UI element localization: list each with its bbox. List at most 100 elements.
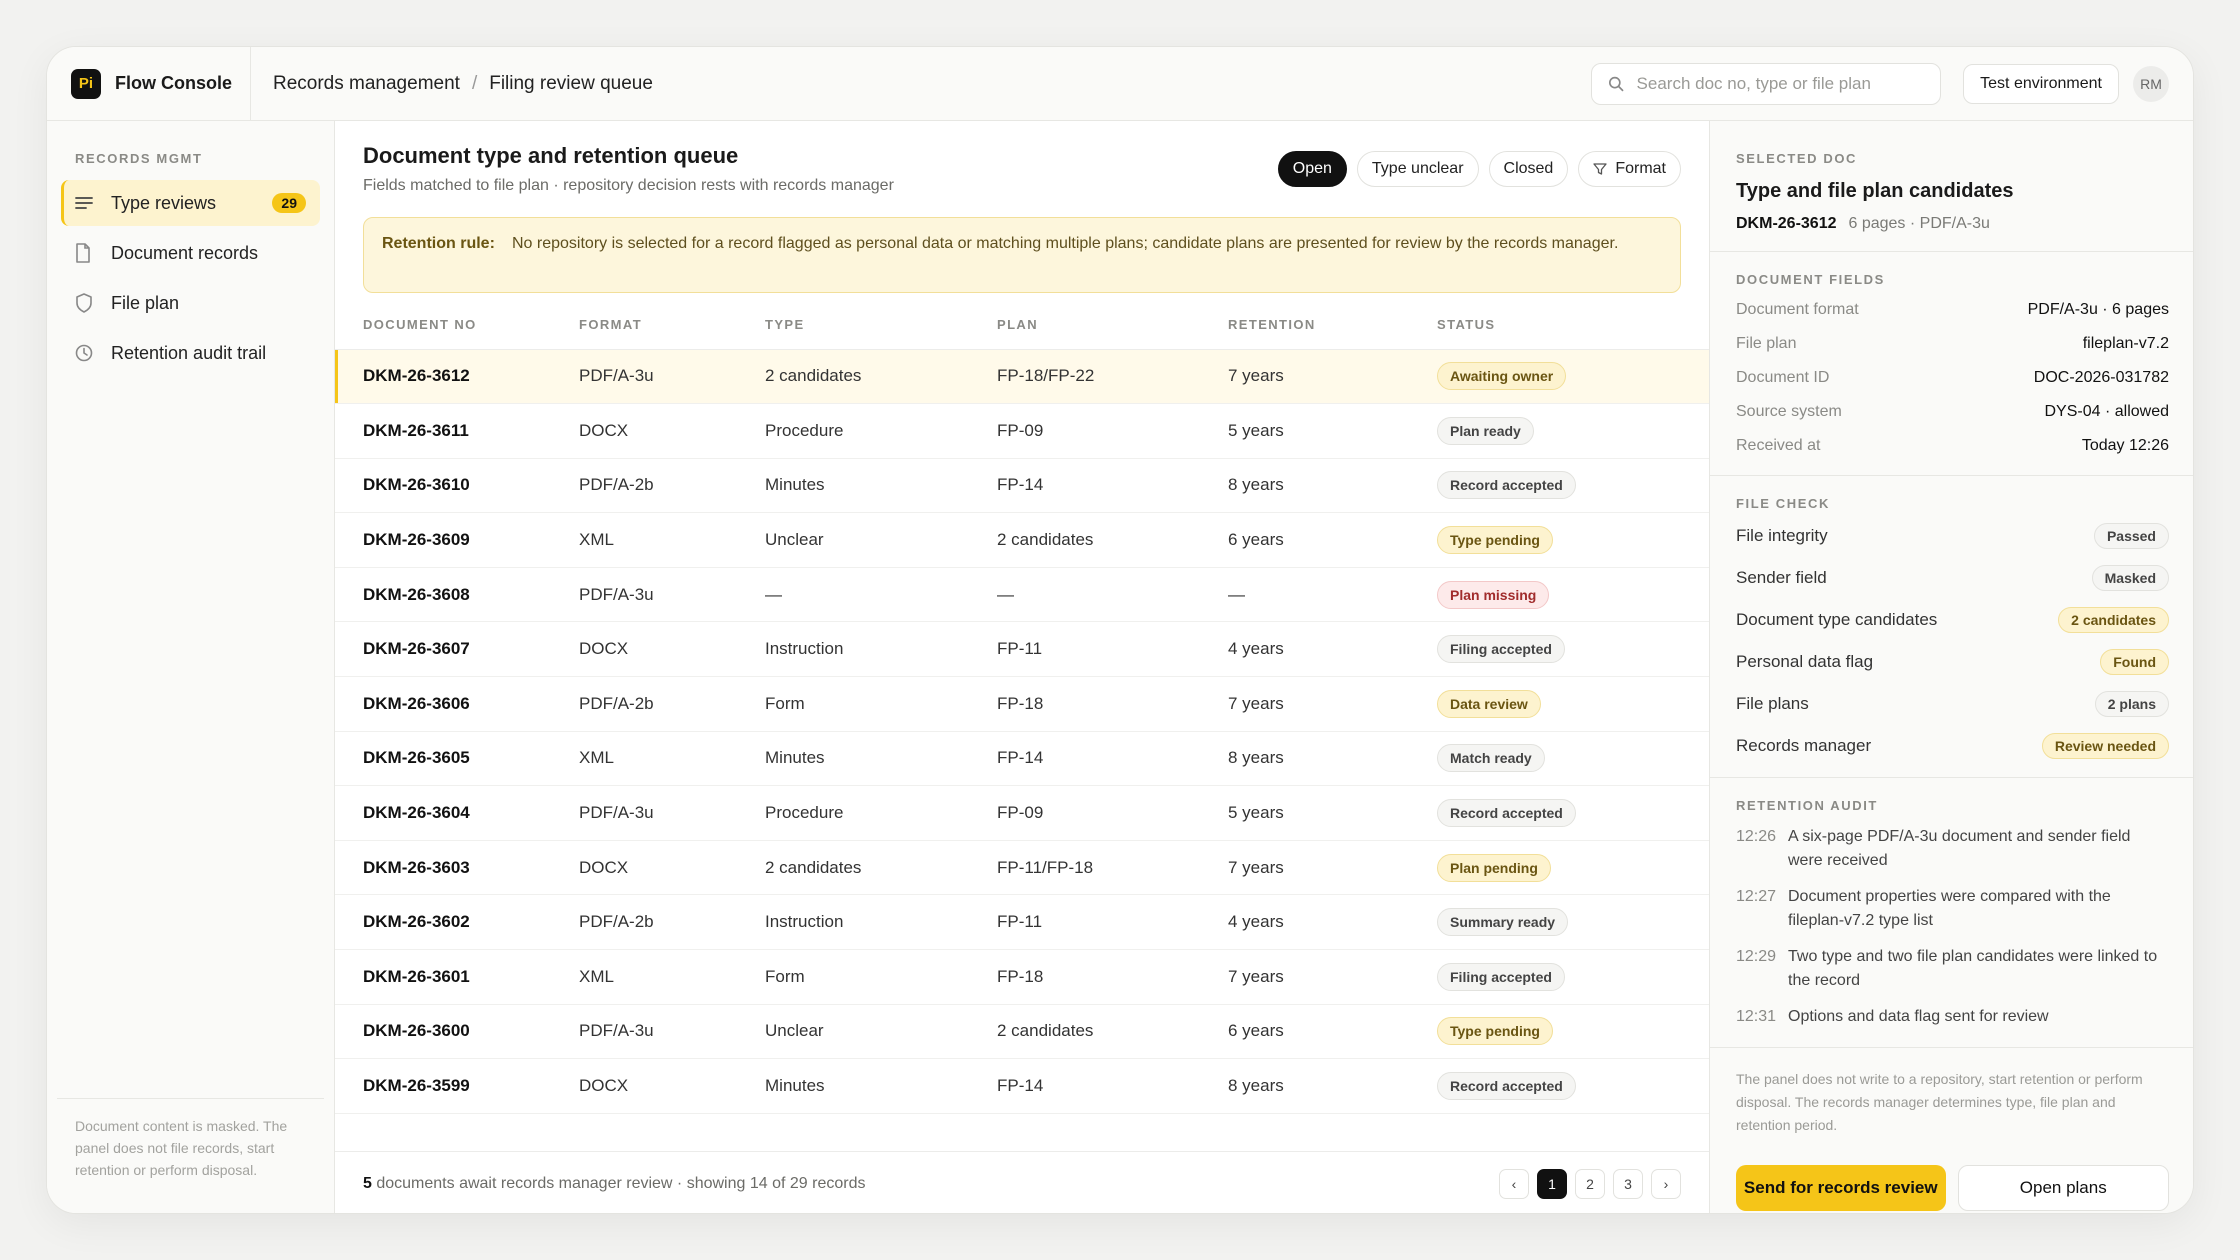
- table-row[interactable]: DKM-26-3602 PDF/A-2b Instruction FP-11 4 yea…: [335, 894, 1709, 951]
- plan-cell: FP-11/FP-18: [997, 840, 1228, 896]
- table-row[interactable]: DKM-26-3603 DOCX 2 candidates FP-11/FP-18 7 …: [335, 840, 1709, 896]
- document-fields-heading: DOCUMENT FIELDS: [1736, 272, 1885, 287]
- audit-text: Options and data flag sent for review: [1788, 1008, 2049, 1025]
- filter-open[interactable]: Open: [1277, 151, 1347, 187]
- table-row[interactable]: DKM-26-3599 DOCX Minutes FP-14 8 years Record…: [335, 1058, 1709, 1114]
- field-label: Document format: [1736, 301, 1859, 318]
- table-row[interactable]: DKM-26-3606 PDF/A-2b Form FP-18 7 years Data …: [335, 676, 1709, 732]
- app-window: Pi Flow Console Records management / Fil…: [46, 46, 2194, 1214]
- column-header[interactable]: TYPE: [765, 301, 997, 350]
- main-content: Document type and retention queue Fields…: [335, 121, 1709, 1213]
- check-row: Document type candidates 2 candidates: [1736, 599, 2169, 641]
- retention-rule-banner: Retention rule: No repository is selecte…: [363, 217, 1681, 293]
- field-label: Received at: [1736, 437, 1821, 454]
- format-cell: PDF/A-2b: [579, 458, 765, 514]
- search-box[interactable]: [1591, 62, 1942, 105]
- format-cell: DOCX: [579, 621, 765, 678]
- table-row[interactable]: DKM-26-3612 PDF/A-3u 2 candidates FP-18/FP-…: [335, 349, 1709, 405]
- audit-entry: 12:27 Document properties were compared w…: [1736, 885, 2169, 933]
- type-cell: Form: [765, 949, 997, 1005]
- sidebar-item-label: Type reviews: [111, 192, 217, 213]
- table-row[interactable]: DKM-26-3611 DOCX Procedure FP-09 5 years Plan…: [335, 403, 1709, 459]
- prev-page-button[interactable]: ‹: [1499, 1168, 1529, 1199]
- environment-button[interactable]: Test environment: [1963, 63, 2119, 104]
- type-cell: Instruction: [765, 894, 997, 951]
- filter-closed[interactable]: Closed: [1488, 151, 1569, 187]
- document-number-cell: DKM-26-3605: [335, 731, 579, 787]
- type-cell: Unclear: [765, 512, 997, 568]
- check-label: Sender field: [1736, 568, 1827, 587]
- table-row[interactable]: DKM-26-3604 PDF/A-3u Procedure FP-09 5 years…: [335, 785, 1709, 841]
- status-cell: Record accepted: [1437, 458, 1709, 514]
- search-icon: [1609, 76, 1624, 91]
- format-cell: DOCX: [579, 403, 765, 459]
- retention-cell: —: [1228, 567, 1437, 623]
- status-cell: Summary ready: [1437, 894, 1709, 951]
- status-cell: Filing accepted: [1437, 621, 1709, 678]
- type-cell: Minutes: [765, 1058, 997, 1114]
- table-row[interactable]: DKM-26-3607 DOCX Instruction FP-11 4 years Fi…: [335, 621, 1709, 678]
- plan-cell: FP-11: [997, 621, 1228, 678]
- breadcrumb: Records management / Filing review queue: [251, 73, 653, 95]
- field-value: DOC-2026-031782: [2033, 369, 2169, 386]
- plan-cell: FP-14: [997, 1058, 1228, 1114]
- format-cell: XML: [579, 949, 765, 1005]
- check-status-badge: Review needed: [2041, 733, 2169, 759]
- table-header-row: DOCUMENT NO FORMAT TYPE PLAN RETENTION S…: [335, 301, 1709, 350]
- document-number-cell: DKM-26-3611: [335, 403, 579, 459]
- column-header[interactable]: DOCUMENT NO: [335, 301, 579, 350]
- plan-cell: FP-09: [997, 403, 1228, 459]
- retention-cell: 7 years: [1228, 349, 1437, 405]
- status-badge: Filing accepted: [1437, 635, 1565, 664]
- format-cell: PDF/A-3u: [579, 1004, 765, 1060]
- table-row[interactable]: DKM-26-3610 PDF/A-2b Minutes FP-14 8 years Re…: [335, 458, 1709, 514]
- table-row[interactable]: DKM-26-3605 XML Minutes FP-14 8 years Match r…: [335, 731, 1709, 787]
- open-plans-button[interactable]: Open plans: [1957, 1165, 2169, 1211]
- selected-doc-title: Type and file plan candidates: [1736, 180, 2014, 202]
- brand[interactable]: Pi Flow Console: [47, 47, 251, 120]
- type-cell: —: [765, 567, 997, 623]
- document-number-cell: DKM-26-3601: [335, 949, 579, 1005]
- column-header[interactable]: STATUS: [1437, 301, 1709, 350]
- page-title: Document type and retention queue: [363, 143, 739, 168]
- count-badge: 29: [272, 193, 306, 213]
- search-input[interactable]: [1636, 73, 1925, 94]
- app-name: Flow Console: [115, 73, 232, 93]
- page-2-button[interactable]: 2: [1575, 1168, 1605, 1199]
- selected-doc-heading: SELECTED DOC: [1736, 151, 1858, 166]
- avatar[interactable]: RM: [2133, 65, 2169, 102]
- format-filter-button[interactable]: Format: [1578, 151, 1681, 187]
- page-1-button[interactable]: 1: [1537, 1168, 1567, 1199]
- column-header[interactable]: FORMAT: [579, 301, 765, 350]
- retention-audit-section: RETENTION AUDIT 12:26 A six-page PDF/A-3u…: [1710, 778, 2193, 1048]
- table-row[interactable]: DKM-26-3609 XML Unclear 2 candidates 6 years…: [335, 512, 1709, 568]
- retention-cell: 6 years: [1228, 512, 1437, 568]
- sidebar-item-retention-audit-trail[interactable]: Retention audit trail: [61, 330, 320, 376]
- shield-icon: [75, 293, 97, 313]
- type-cell: Unclear: [765, 1004, 997, 1060]
- table-row[interactable]: DKM-26-3608 PDF/A-3u — — — Plan missing: [335, 567, 1709, 623]
- next-page-button[interactable]: ›: [1651, 1168, 1681, 1199]
- sidebar-heading: RECORDS MGMT: [75, 151, 203, 166]
- column-header[interactable]: PLAN: [997, 301, 1228, 350]
- breadcrumb-root[interactable]: Records management: [273, 73, 460, 95]
- top-bar: Pi Flow Console Records management / Fil…: [47, 47, 2193, 121]
- send-for-review-button[interactable]: Send for records review: [1736, 1165, 1946, 1211]
- retention-cell: 8 years: [1228, 731, 1437, 787]
- document-icon: [75, 243, 97, 263]
- format-cell: PDF/A-3u: [579, 349, 765, 405]
- filter-type-unclear[interactable]: Type unclear: [1356, 151, 1479, 187]
- table-row[interactable]: DKM-26-3601 XML Form FP-18 7 years Filing acc…: [335, 949, 1709, 1005]
- sidebar-item-document-records[interactable]: Document records: [61, 230, 320, 276]
- plan-cell: FP-18: [997, 949, 1228, 1005]
- table-row[interactable]: DKM-26-3600 PDF/A-3u Unclear 2 candidates 6 …: [335, 1004, 1709, 1060]
- audit-time: 12:27: [1736, 888, 1777, 905]
- check-status-badge: 2 candidates: [2058, 607, 2169, 633]
- sidebar-item-type-reviews[interactable]: Type reviews 29: [61, 180, 320, 226]
- column-header[interactable]: RETENTION: [1228, 301, 1437, 350]
- type-cell: Procedure: [765, 785, 997, 841]
- detail-panel: SELECTED DOC Type and file plan candidat…: [1709, 121, 2193, 1213]
- breadcrumb-separator: /: [471, 72, 478, 94]
- page-3-button[interactable]: 3: [1613, 1168, 1643, 1199]
- sidebar-item-file-plan[interactable]: File plan: [61, 280, 320, 326]
